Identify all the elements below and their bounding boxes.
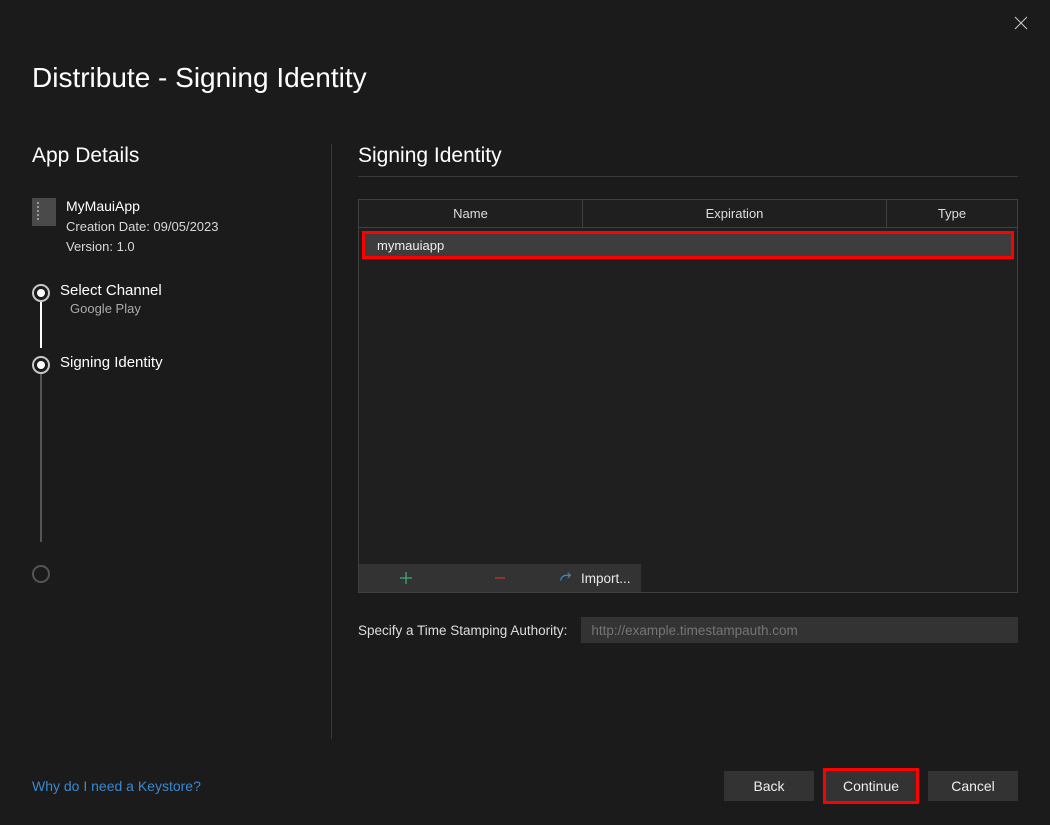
step-title: Signing Identity [60, 354, 311, 371]
col-type[interactable]: Type [887, 200, 1017, 227]
step-title: Select Channel [60, 282, 311, 299]
import-label: Import... [581, 571, 631, 586]
back-button[interactable]: Back [724, 771, 814, 801]
sidebar: App Details MyMauiApp Creation Date: 09/… [32, 144, 332, 739]
import-arrow-icon [559, 571, 573, 585]
step-dot-icon [32, 284, 50, 302]
step-connector [40, 302, 42, 348]
continue-button[interactable]: Continue [826, 771, 916, 801]
app-version: Version: 1.0 [66, 237, 219, 257]
panel-title: Signing Identity [358, 144, 1018, 168]
col-name[interactable]: Name [359, 200, 583, 227]
step-dot-icon [32, 565, 50, 583]
step-signing-identity[interactable]: Signing Identity [60, 354, 311, 371]
table-toolbar: Import... [359, 564, 641, 592]
identity-table: Name Expiration Type mymauiapp Import... [358, 199, 1018, 593]
table-row[interactable]: mymauiapp [362, 231, 1014, 259]
import-button[interactable]: Import... [547, 564, 641, 592]
app-creation-date: Creation Date: 09/05/2023 [66, 217, 219, 237]
archive-icon [32, 198, 56, 226]
tsa-label: Specify a Time Stamping Authority: [358, 623, 567, 638]
app-info: MyMauiApp Creation Date: 09/05/2023 Vers… [32, 196, 311, 256]
step-dot-icon [32, 356, 50, 374]
main-panel: Signing Identity Name Expiration Type my… [332, 144, 1018, 739]
col-expiration[interactable]: Expiration [583, 200, 887, 227]
page-title: Distribute - Signing Identity [0, 0, 1050, 94]
step-connector [40, 374, 42, 542]
table-header: Name Expiration Type [359, 200, 1017, 228]
app-name: MyMauiApp [66, 196, 219, 217]
sidebar-title: App Details [32, 144, 311, 168]
add-button[interactable] [359, 564, 453, 592]
tsa-input[interactable] [581, 617, 1018, 643]
keystore-help-link[interactable]: Why do I need a Keystore? [32, 778, 201, 794]
close-button[interactable] [1014, 16, 1030, 32]
step-select-channel[interactable]: Select Channel Google Play [60, 282, 311, 316]
divider [358, 176, 1018, 177]
cancel-button[interactable]: Cancel [928, 771, 1018, 801]
step-subtitle: Google Play [60, 301, 311, 316]
remove-button[interactable] [453, 564, 547, 592]
row-name-cell: mymauiapp [377, 238, 444, 253]
